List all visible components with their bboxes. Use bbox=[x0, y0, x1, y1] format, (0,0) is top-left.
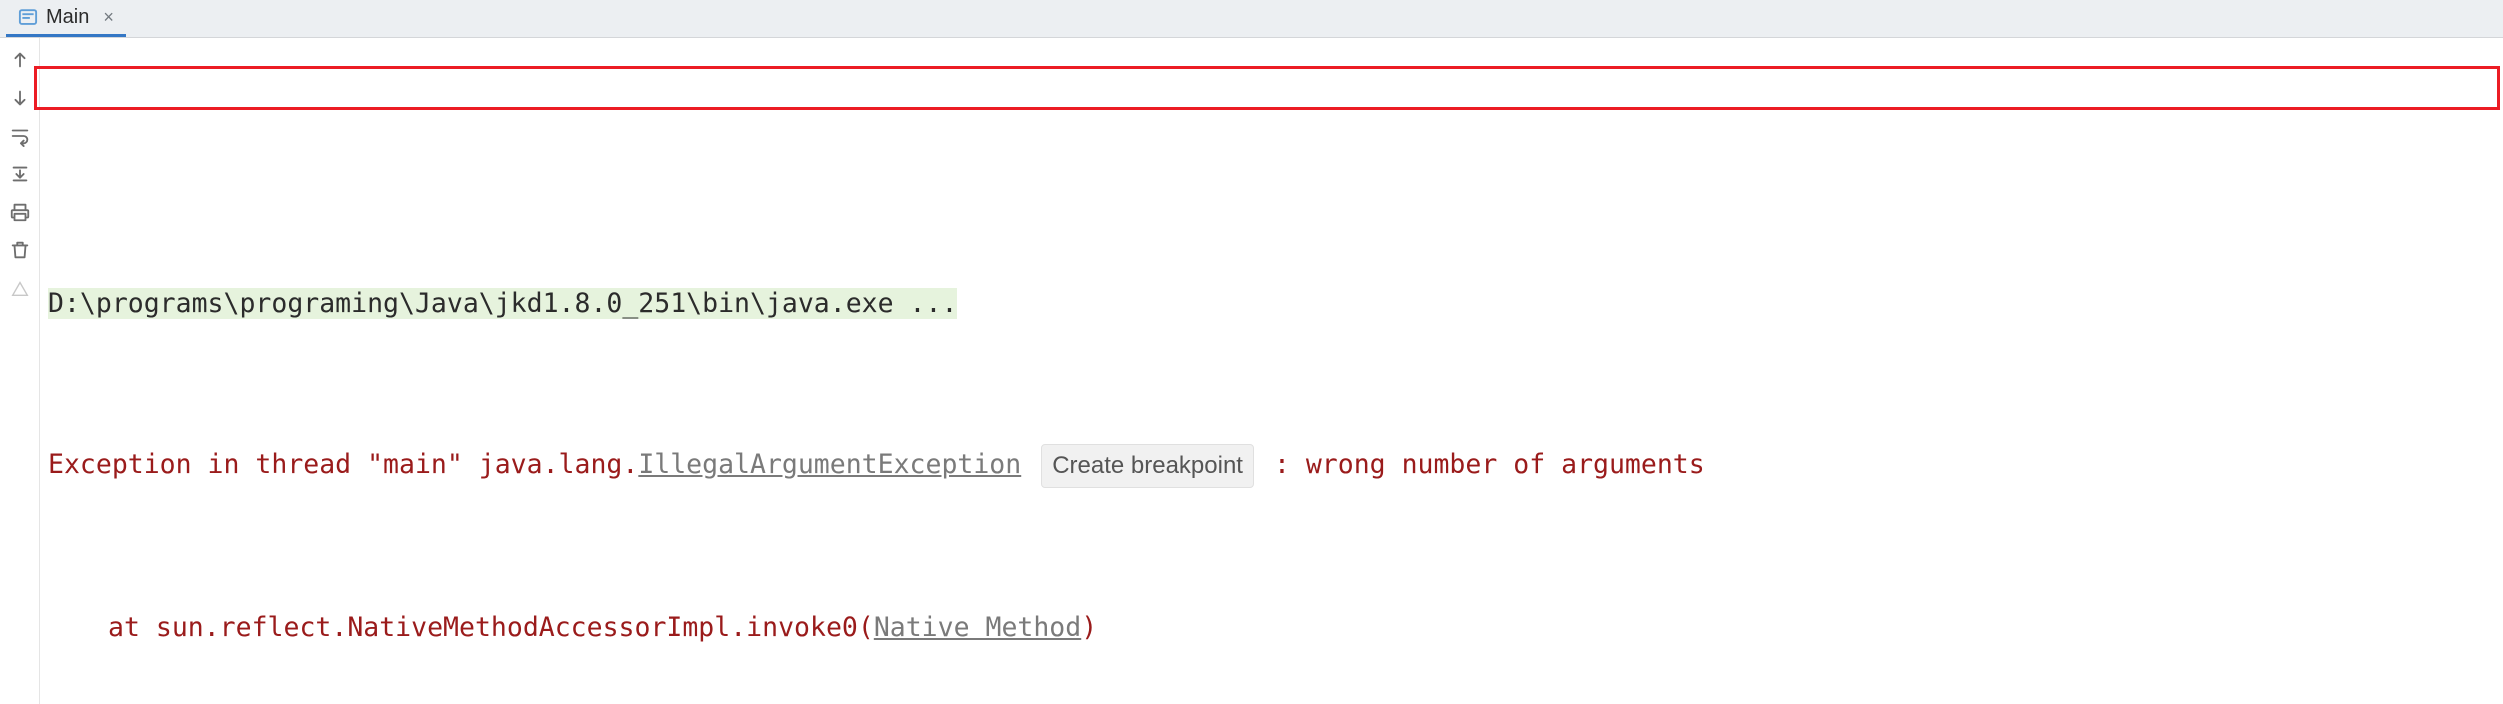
run-config-icon bbox=[18, 7, 38, 27]
console-command-line: D:\programs\programing\Java\jkd1.8.0_251… bbox=[40, 284, 2503, 324]
scroll-up-icon[interactable] bbox=[8, 48, 32, 72]
exception-prefix: Exception in thread "main" java.lang. bbox=[48, 449, 638, 480]
command-line-text: D:\programs\programing\Java\jkd1.8.0_251… bbox=[48, 288, 957, 319]
console-exception-line: Exception in thread "main" java.lang.Ill… bbox=[40, 444, 2503, 488]
end-marker-icon bbox=[8, 276, 32, 300]
create-breakpoint-button[interactable]: Create breakpoint bbox=[1041, 444, 1254, 488]
highlight-box bbox=[34, 66, 2500, 110]
tab-main[interactable]: Main × bbox=[6, 0, 126, 37]
exception-suffix: : wrong number of arguments bbox=[1274, 449, 1705, 480]
scroll-down-icon[interactable] bbox=[8, 86, 32, 110]
soft-wrap-icon[interactable] bbox=[8, 124, 32, 148]
print-icon[interactable] bbox=[8, 200, 32, 224]
exception-class-link[interactable]: IllegalArgumentException bbox=[638, 449, 1021, 480]
console-gutter bbox=[0, 38, 40, 704]
scroll-to-end-icon[interactable] bbox=[8, 162, 32, 186]
content-area: D:\programs\programing\Java\jkd1.8.0_251… bbox=[0, 38, 2503, 704]
stack-tail: ) bbox=[1081, 612, 1097, 643]
tab-label: Main bbox=[46, 6, 89, 29]
close-icon[interactable]: × bbox=[103, 7, 114, 28]
stack-frame: at sun.reflect.NativeMethodAccessorImpl.… bbox=[40, 608, 2503, 648]
stack-at: at sun.reflect.NativeMethodAccessorImpl.… bbox=[48, 612, 874, 643]
tab-bar: Main × bbox=[0, 0, 2503, 38]
console-output[interactable]: D:\programs\programing\Java\jkd1.8.0_251… bbox=[40, 38, 2503, 704]
stack-link[interactable]: Native Method bbox=[874, 612, 1081, 643]
trash-icon[interactable] bbox=[8, 238, 32, 262]
